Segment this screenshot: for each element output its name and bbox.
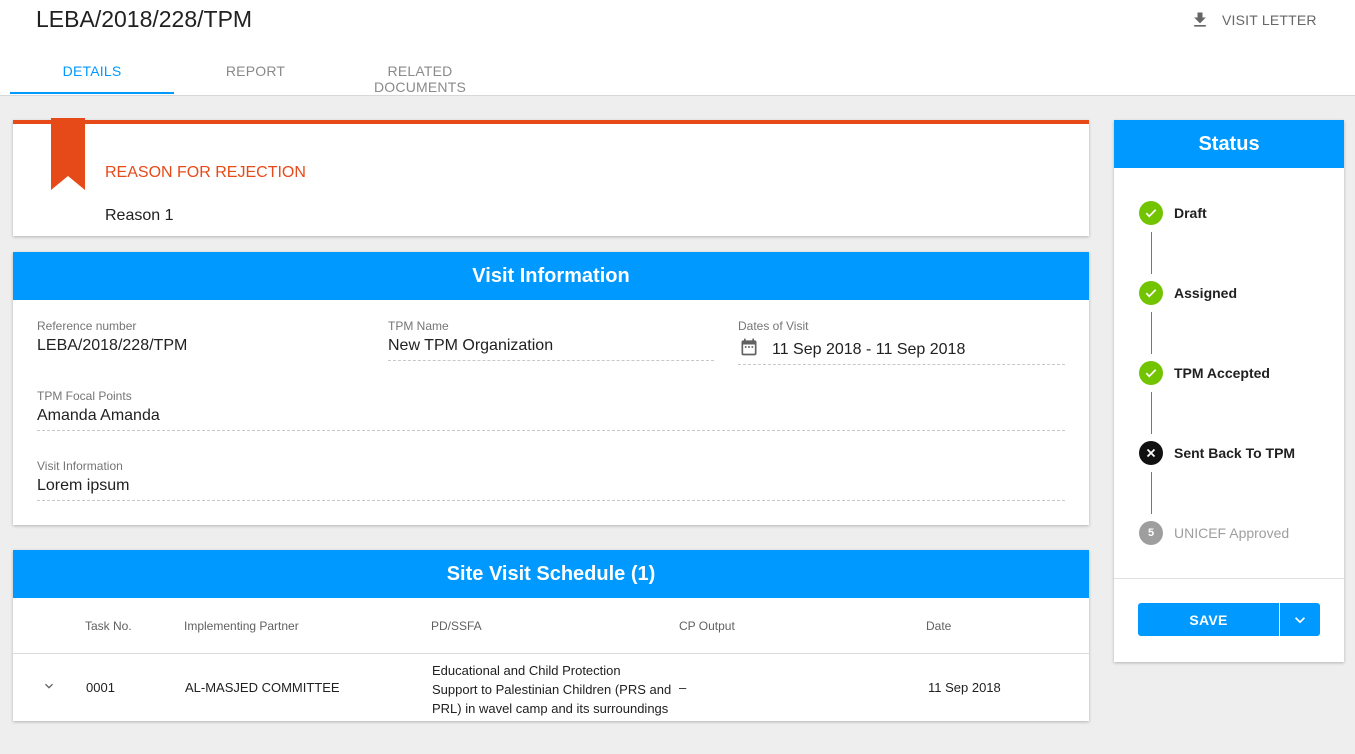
rejection-reason: Reason 1: [105, 207, 174, 224]
top-bar: LEBA/2018/228/TPM VISIT LETTER DETAILS R…: [0, 0, 1355, 96]
calendar-icon[interactable]: [738, 337, 760, 357]
visit-information-field: Visit Information Lorem ipsum: [37, 459, 1065, 501]
check-icon: [1139, 201, 1163, 225]
tab-report[interactable]: REPORT: [190, 63, 321, 79]
dates-of-visit-field[interactable]: Dates of Visit 11 Sep 2018 - 11 Sep 2018: [738, 319, 1065, 365]
status-step-unicef-approved: 5 UNICEF Approved: [1139, 521, 1289, 545]
field-value: Lorem ipsum: [37, 477, 1065, 501]
status-step-label: Draft: [1174, 205, 1207, 221]
tab-related-documents[interactable]: RELATED DOCUMENTS: [340, 63, 500, 95]
visit-information-card: Visit Information Reference number LEBA/…: [13, 252, 1089, 525]
tpm-name-field: TPM Name New TPM Organization: [388, 319, 714, 361]
status-step-assigned: Assigned: [1139, 281, 1237, 305]
visit-letter-label: VISIT LETTER: [1222, 12, 1317, 28]
status-step-sent-back-to-tpm: Sent Back To TPM: [1139, 441, 1295, 465]
field-label: Reference number: [37, 319, 137, 333]
step-number-badge: 5: [1139, 521, 1163, 545]
tab-details[interactable]: DETAILS: [10, 63, 174, 79]
field-value: LEBA/2018/228/TPM: [37, 337, 188, 354]
cell-cp-output: –: [679, 680, 687, 695]
download-icon: [1194, 12, 1206, 27]
save-button[interactable]: SAVE: [1138, 603, 1279, 636]
cell-pd-ssfa-line: Support to Palestinian Children (PRS and: [432, 682, 672, 697]
table-header-divider: [13, 653, 1089, 654]
status-connector: [1151, 232, 1152, 274]
field-label: TPM Name: [388, 319, 449, 333]
bookmark-icon: [51, 118, 85, 190]
column-header-task-no[interactable]: Task No.: [85, 619, 132, 633]
rejection-card: REASON FOR REJECTION Reason 1: [13, 118, 1089, 236]
field-value: New TPM Organization: [388, 337, 714, 361]
reference-number-field: Reference number LEBA/2018/228/TPM: [37, 319, 363, 360]
cell-date: 11 Sep 2018: [928, 680, 1001, 695]
chevron-down-icon[interactable]: [41, 678, 57, 694]
page-title: LEBA/2018/228/TPM: [36, 6, 253, 32]
field-value: Amanda Amanda: [37, 407, 1065, 431]
status-connector: [1151, 392, 1152, 434]
rejection-heading: REASON FOR REJECTION: [105, 164, 306, 181]
cell-pd-ssfa-line: PRL) in wavel camp and its surroundings: [432, 701, 669, 716]
status-header: Status: [1114, 120, 1344, 168]
site-visit-schedule-card: Site Visit Schedule (1) Task No. Impleme…: [13, 550, 1089, 721]
cell-pd-ssfa: Educational and Child Protection Support…: [432, 661, 672, 718]
status-step-label: Assigned: [1174, 285, 1238, 301]
column-header-implementing-partner[interactable]: Implementing Partner: [184, 619, 299, 633]
field-label: Dates of Visit: [738, 319, 809, 333]
check-icon: [1139, 281, 1163, 305]
column-header-pd-ssfa[interactable]: PD/SSFA: [431, 619, 482, 633]
status-connector: [1151, 312, 1152, 354]
field-label: TPM Focal Points: [37, 389, 132, 403]
check-icon: [1139, 361, 1163, 385]
chevron-down-icon[interactable]: [1290, 610, 1310, 630]
status-step-draft: Draft: [1139, 201, 1207, 225]
status-step-tpm-accepted: TPM Accepted: [1139, 361, 1270, 385]
cell-pd-ssfa-line: Educational and Child Protection: [432, 663, 621, 678]
status-step-label: Sent Back To TPM: [1174, 445, 1296, 461]
status-step-label: UNICEF Approved: [1174, 525, 1290, 541]
column-header-cp-output[interactable]: CP Output: [679, 619, 735, 633]
field-value[interactable]: 11 Sep 2018 - 11 Sep 2018: [738, 337, 1065, 365]
save-options-dropdown[interactable]: [1280, 603, 1320, 636]
status-step-label: TPM Accepted: [1174, 365, 1270, 381]
close-icon: [1139, 441, 1163, 465]
cell-task-no: 0001: [86, 680, 115, 695]
site-visit-schedule-header: Site Visit Schedule (1): [13, 550, 1089, 598]
active-tab-indicator: [10, 92, 174, 94]
status-card: Status Draft Assigned TPM Accepted Sent …: [1114, 120, 1344, 662]
column-header-date[interactable]: Date: [926, 619, 951, 633]
status-connector: [1151, 472, 1152, 514]
field-label: Visit Information: [37, 459, 123, 473]
visit-letter-button[interactable]: VISIT LETTER: [1190, 10, 1317, 30]
tpm-focal-points-field: TPM Focal Points Amanda Amanda: [37, 389, 1065, 431]
visit-information-header: Visit Information: [13, 252, 1089, 300]
cell-implementing-partner: AL-MASJED COMMITTEE: [185, 680, 340, 695]
dates-value: 11 Sep 2018 - 11 Sep 2018: [772, 341, 966, 358]
status-divider: [1114, 578, 1344, 579]
